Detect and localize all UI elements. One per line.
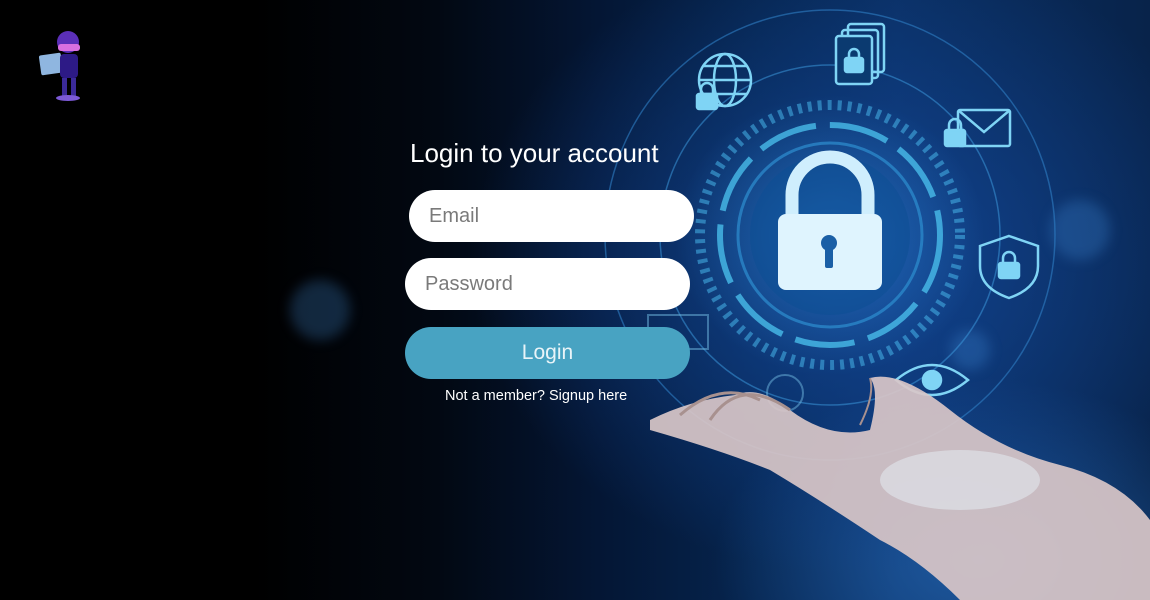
password-field[interactable] bbox=[405, 258, 690, 310]
shield-lock-icon bbox=[978, 234, 1040, 300]
login-button[interactable]: Login bbox=[405, 327, 690, 379]
email-field[interactable] bbox=[409, 190, 694, 242]
page-title: Login to your account bbox=[410, 138, 659, 168]
hand-icon bbox=[650, 376, 1150, 600]
hacker-avatar-icon[interactable] bbox=[34, 30, 86, 102]
envelope-lock-icon bbox=[943, 108, 1012, 148]
documents-lock-icon bbox=[834, 22, 886, 86]
globe-lock-icon bbox=[695, 52, 753, 111]
signup-link[interactable]: Not a member? Signup here bbox=[445, 388, 627, 404]
